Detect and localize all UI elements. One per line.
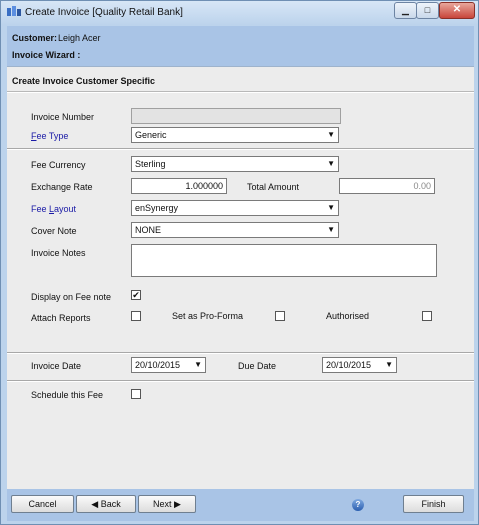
wizard-footer: Cancel ◀ Back Next ▶ ? Finish	[7, 489, 474, 521]
finish-button[interactable]: Finish	[403, 495, 464, 513]
fee-currency-value: Sterling	[135, 159, 166, 169]
attach-reports-label: Attach Reports	[31, 313, 91, 323]
fee-type-label: Fee Type	[31, 131, 68, 141]
maximize-button[interactable]: □	[416, 2, 439, 19]
app-icon	[7, 6, 21, 16]
chevron-down-icon: ▼	[327, 159, 335, 168]
next-button-label: Next	[153, 499, 172, 509]
section-divider	[7, 91, 474, 93]
invoice-date-value: 20/10/2015	[135, 360, 181, 370]
fee-currency-dropdown[interactable]: Sterling ▼	[131, 156, 339, 172]
title-bar[interactable]: Create Invoice [Quality Retail Bank] ▁ □…	[1, 1, 478, 25]
total-amount-field: 0.00	[339, 178, 435, 194]
invoice-notes-label: Invoice Notes	[31, 248, 86, 258]
fee-layout-dropdown[interactable]: enSynergy ▼	[131, 200, 339, 216]
arrow-left-icon: ◀	[91, 499, 99, 509]
chevron-down-icon: ▼	[327, 203, 335, 212]
fee-layout-value: enSynergy	[135, 203, 179, 213]
chevron-down-icon: ▼	[327, 225, 335, 234]
cover-note-label: Cover Note	[31, 226, 77, 236]
chevron-down-icon: ▼	[385, 360, 393, 369]
set-as-pro-forma-label: Set as Pro-Forma	[172, 311, 244, 321]
exchange-rate-input[interactable]: 1.000000	[131, 178, 227, 194]
minimize-button[interactable]: ▁	[394, 2, 417, 19]
divider-2	[7, 352, 474, 354]
total-amount-label: Total Amount	[247, 182, 300, 192]
maximize-icon: □	[424, 5, 431, 15]
due-date-picker[interactable]: 20/10/2015 ▼	[322, 357, 397, 373]
invoice-notes-textarea[interactable]	[131, 244, 437, 277]
fee-layout-label-rest: ayout	[54, 204, 77, 214]
divider-3	[7, 380, 474, 382]
exchange-rate-label: Exchange Rate	[31, 182, 93, 192]
schedule-fee-checkbox[interactable]	[131, 389, 141, 399]
chevron-down-icon: ▼	[327, 130, 335, 139]
cancel-button[interactable]: Cancel	[11, 495, 74, 513]
invoice-number-field	[131, 108, 341, 124]
invoice-number-label: Invoice Number	[31, 112, 95, 122]
next-button[interactable]: Next ▶	[138, 495, 196, 513]
fee-type-dropdown[interactable]: Generic ▼	[131, 127, 339, 143]
fee-type-label-rest: ee Type	[36, 131, 69, 141]
due-date-label: Due Date	[238, 361, 277, 371]
display-on-fee-note-checkbox[interactable]: ✔	[131, 290, 141, 300]
chevron-down-icon: ▼	[194, 360, 202, 369]
window-title: Create Invoice [Quality Retail Bank]	[25, 7, 183, 18]
minimize-icon: ▁	[402, 5, 409, 15]
invoice-wizard-label: Invoice Wizard :	[12, 50, 81, 60]
invoice-date-label: Invoice Date	[31, 361, 82, 371]
fee-type-value: Generic	[135, 130, 167, 140]
cover-note-value: NONE	[135, 225, 162, 235]
attach-reports-checkbox[interactable]	[131, 311, 141, 321]
wizard-content: Create Invoice Customer Specific Invoice…	[7, 66, 474, 489]
wizard-header: Customer: Leigh Acer Invoice Wizard :	[7, 26, 474, 66]
create-invoice-window: Create Invoice [Quality Retail Bank] ▁ □…	[0, 0, 479, 525]
fee-layout-label: Fee Layout	[31, 204, 76, 214]
help-icon[interactable]: ?	[352, 499, 364, 511]
due-date-value: 20/10/2015	[326, 360, 372, 370]
close-icon: ✕	[452, 4, 462, 15]
customer-label: Customer:	[12, 33, 58, 43]
arrow-right-icon: ▶	[174, 499, 181, 509]
customer-value: Leigh Acer	[58, 33, 101, 43]
fee-currency-label: Fee Currency	[31, 160, 86, 170]
authorised-checkbox[interactable]	[422, 311, 432, 321]
close-button[interactable]: ✕	[439, 2, 475, 19]
back-button-label: Back	[100, 499, 121, 509]
back-button[interactable]: ◀ Back	[76, 495, 136, 513]
cover-note-dropdown[interactable]: NONE ▼	[131, 222, 339, 238]
display-on-fee-note-label: Display on Fee note	[31, 292, 112, 302]
invoice-date-picker[interactable]: 20/10/2015 ▼	[131, 357, 206, 373]
set-as-pro-forma-checkbox[interactable]	[275, 311, 285, 321]
fee-layout-label-pre: Fee	[31, 204, 50, 214]
authorised-label: Authorised	[326, 311, 370, 321]
schedule-fee-label: Schedule this Fee	[31, 390, 104, 400]
divider-1	[7, 148, 474, 150]
section-title: Create Invoice Customer Specific	[12, 76, 156, 86]
